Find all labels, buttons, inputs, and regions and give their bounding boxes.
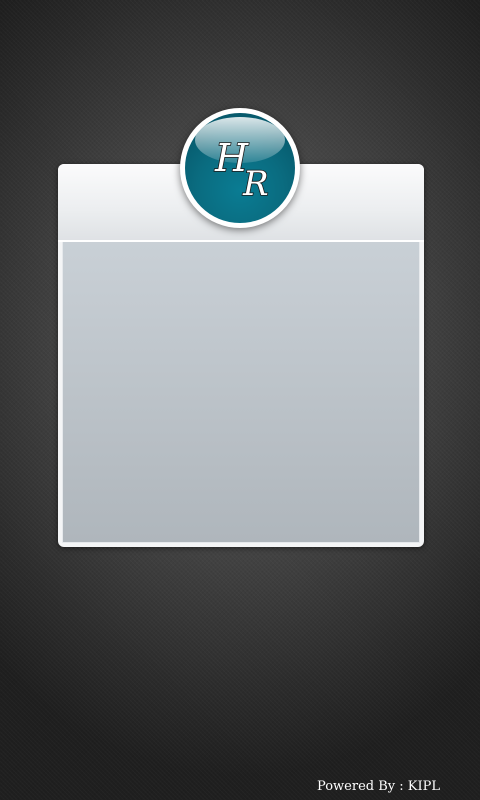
logo-letter-r: R [242,164,269,204]
powered-by-label: Powered By : KIPL [317,779,440,794]
logo-badge: H R [185,113,295,223]
hr-logo: H R [180,108,300,228]
panel-body [62,242,420,543]
logo-letters: H R [213,135,269,205]
